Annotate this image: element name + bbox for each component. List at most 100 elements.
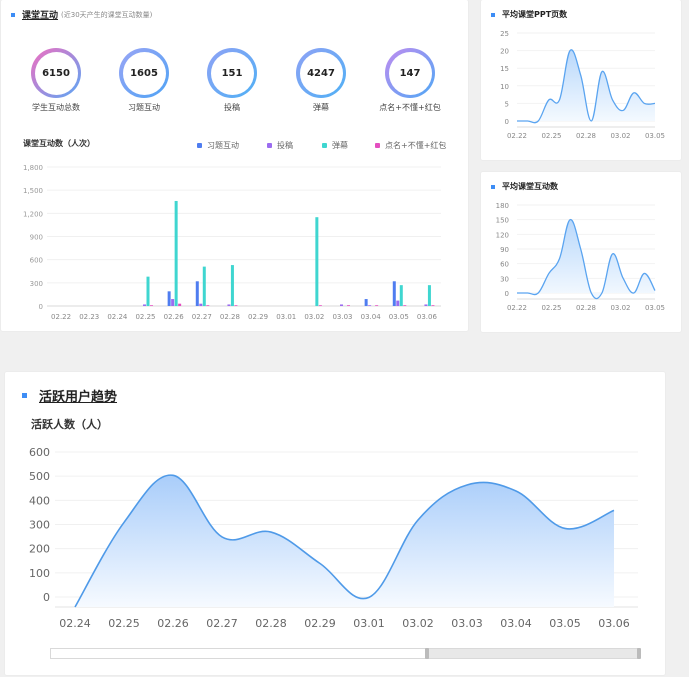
bar-4 (150, 305, 153, 306)
y-tick-label: 120 (496, 231, 509, 239)
y-tick-label: 1,500 (23, 187, 43, 195)
active-users-chart: 600 500 400 300 200 100 0 02.24 02.25 02.26 02.27 0… (29, 446, 638, 630)
x-tick-label: 03.02 (610, 304, 630, 312)
x-tick-label: 03.06 (598, 617, 630, 630)
x-tick-label: 02.22 (507, 304, 527, 312)
x-tick-label: 02.28 (576, 304, 596, 312)
bar-4 (206, 305, 210, 306)
x-tick-label: 02.22 (507, 132, 527, 140)
x-tick-label: 02.29 (304, 617, 336, 630)
bar-3 (202, 266, 206, 306)
bar-2 (143, 304, 146, 306)
avg-ppt-card: 平均课堂PPT页数 25 20 15 10 5 0 02.22 02.25 02.28 03.02… (481, 0, 681, 160)
bar-4 (318, 305, 322, 306)
bar-1 (364, 299, 368, 306)
x-tick-label: 02.24 (59, 617, 91, 630)
area-fill (517, 219, 655, 299)
x-tick-label: 02.23 (79, 313, 99, 321)
y-tick-label: 400 (29, 494, 50, 507)
x-tick-label: 02.28 (576, 132, 596, 140)
y-tick-label: 200 (29, 543, 50, 556)
avg-interaction-chart: 180 150 120 90 60 30 0 02.22 02.25 02.28 03.02 03.0… (496, 202, 665, 312)
zoom-slider-left-handle[interactable] (425, 648, 429, 659)
bar-4 (375, 305, 379, 306)
bar-3 (174, 200, 178, 306)
x-tick-label: 03.03 (451, 617, 483, 630)
avg-interaction-card: 平均课堂互动数 180 150 120 90 60 30 0 02.22 02.25 02.28 0… (481, 172, 681, 332)
bar-2 (368, 305, 372, 306)
x-tick-label: 03.01 (276, 313, 296, 321)
x-tick-label: 02.26 (164, 313, 185, 321)
y-tick-label: 60 (500, 261, 509, 269)
bar-2 (171, 299, 175, 306)
zoom-slider-track[interactable] (50, 648, 641, 659)
avg-ppt-chart: 25 20 15 10 5 0 02.22 02.25 02.28 03.02 03.05 (500, 30, 665, 140)
y-tick-label: 0 (505, 118, 509, 126)
y-tick-label: 900 (30, 234, 43, 242)
zoom-slider-right-handle[interactable] (637, 648, 641, 659)
zoom-slider-selection (427, 649, 639, 658)
x-tick-label: 02.28 (220, 313, 240, 321)
bar-4 (431, 305, 435, 306)
x-tick-label: 02.22 (51, 313, 71, 321)
x-tick-label: 03.05 (549, 617, 581, 630)
y-tick-label: 300 (30, 280, 43, 288)
bar-4 (178, 303, 182, 306)
bar-3 (315, 217, 319, 306)
y-tick-label: 20 (500, 48, 509, 56)
x-tick-label: 02.25 (135, 313, 155, 321)
x-tick-label: 03.03 (332, 313, 352, 321)
bar-3 (427, 285, 431, 306)
x-tick-label: 02.25 (541, 304, 561, 312)
x-tick-label: 02.27 (206, 617, 238, 630)
bar-2 (227, 304, 231, 306)
x-tick-label: 02.27 (192, 313, 212, 321)
x-tick-label: 02.29 (248, 313, 268, 321)
y-tick-label: 300 (29, 519, 50, 532)
y-tick-label: 25 (500, 30, 509, 38)
y-tick-label: 0 (505, 290, 509, 298)
x-tick-label: 02.25 (541, 132, 561, 140)
x-tick-label: 03.02 (610, 132, 630, 140)
y-tick-label: 1,800 (23, 164, 43, 172)
bar-1 (392, 281, 396, 306)
x-tick-label: 03.04 (500, 617, 532, 630)
bar-2 (396, 300, 400, 306)
x-tick-label: 02.28 (255, 617, 287, 630)
bar-4 (403, 305, 407, 306)
x-tick-label: 03.05 (645, 304, 665, 312)
bar-4 (234, 305, 238, 306)
y-tick-label: 600 (30, 257, 43, 265)
y-tick-label: 1,200 (23, 210, 43, 218)
x-tick-label: 03.04 (361, 313, 382, 321)
y-tick-label: 0 (43, 591, 50, 604)
x-tick-label: 03.06 (417, 313, 438, 321)
bar-2 (199, 303, 203, 306)
bar-1 (195, 281, 199, 306)
x-tick-label: 03.01 (353, 617, 385, 630)
classroom-card: 课堂互动 (近30天产生的课堂互动数量) 6150 学生互动总数 1605 习题… (1, 0, 468, 331)
bar-3 (230, 265, 234, 306)
y-tick-label: 100 (29, 567, 50, 580)
y-tick-label: 500 (29, 470, 50, 483)
y-tick-label: 0 (39, 303, 43, 311)
x-tick-label: 03.02 (402, 617, 434, 630)
x-tick-label: 02.24 (107, 313, 128, 321)
x-tick-label: 03.05 (389, 313, 409, 321)
bar-3 (399, 285, 403, 306)
x-tick-label: 03.05 (645, 132, 665, 140)
y-tick-label: 30 (500, 275, 509, 283)
y-tick-label: 600 (29, 446, 50, 459)
bar-2 (340, 304, 343, 306)
bar-4 (347, 305, 350, 306)
active-users-card: 活跃用户趋势 活跃人数（人） 600 500 400 300 200 100 0 02.24 0… (5, 372, 665, 675)
y-tick-label: 180 (496, 202, 509, 210)
bar-2 (424, 304, 428, 306)
x-tick-label: 03.02 (304, 313, 324, 321)
y-tick-label: 15 (500, 65, 509, 73)
x-tick-label: 02.25 (108, 617, 140, 630)
classroom-bar-chart: 1,800 1,500 1,200 900 600 300 0 02.22 02.23 02.24… (23, 164, 441, 321)
y-tick-label: 90 (500, 246, 509, 254)
x-tick-label: 02.26 (157, 617, 189, 630)
y-tick-label: 5 (505, 100, 509, 108)
